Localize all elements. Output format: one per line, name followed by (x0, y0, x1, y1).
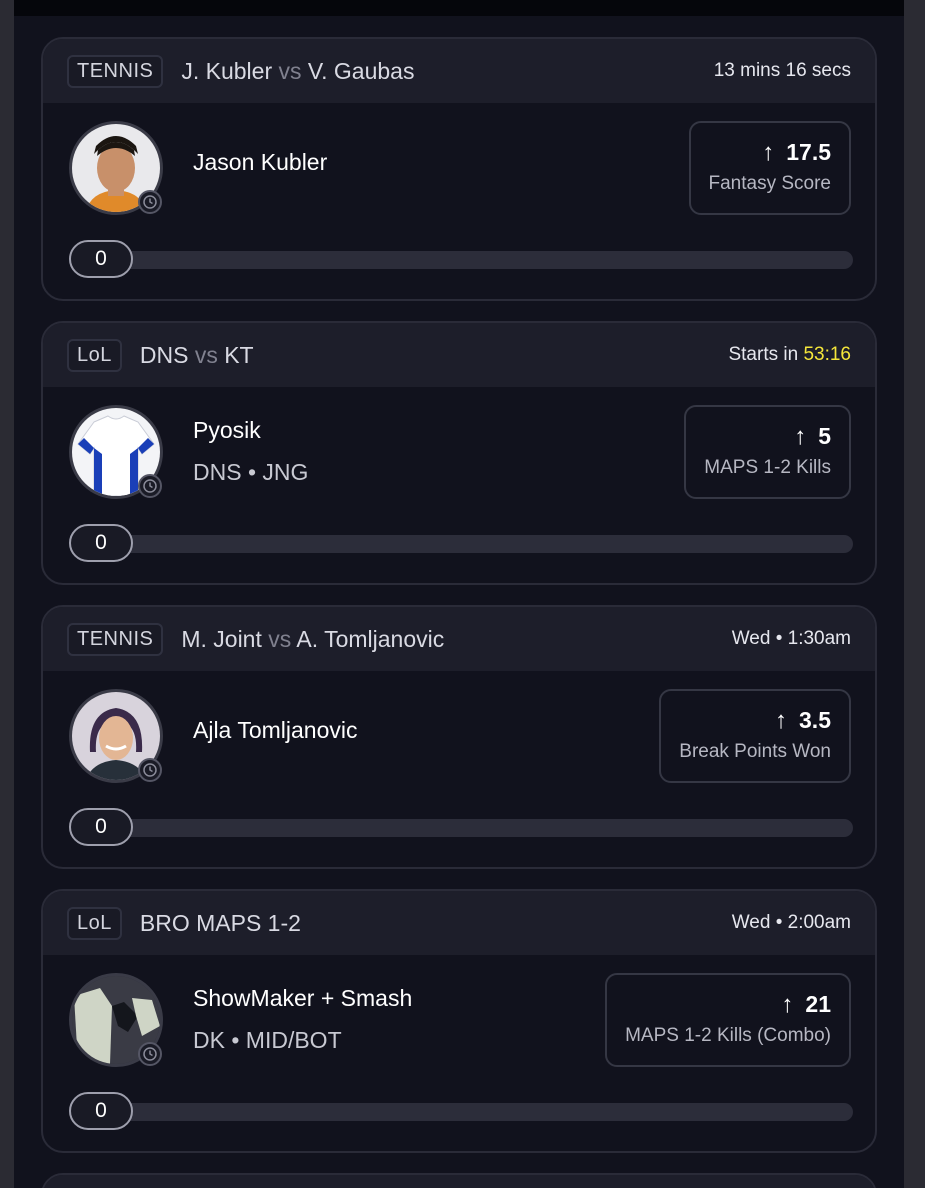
team-b: KT (224, 341, 254, 368)
game-time: Wed • 2:00am (732, 912, 851, 934)
team-b: A. Tomljanovic (296, 625, 445, 652)
clock-icon (138, 474, 162, 498)
card-body: ShowMaker + Smash DK • MID/BOT ↑ 21 MAPS … (43, 955, 875, 1151)
time-text: Wed • 1:30am (731, 628, 851, 649)
player-avatar (69, 121, 163, 215)
projection-value-row: ↑ 21 (625, 991, 831, 1019)
progress-value: 0 (69, 524, 133, 562)
projection-value-row: ↑ 17.5 (709, 139, 831, 167)
progress-value: 0 (69, 808, 133, 846)
player-avatar (69, 973, 163, 1067)
card-body: Jason Kubler ↑ 17.5 Fantasy Score 0 (43, 103, 875, 299)
sport-tag: LoL (67, 338, 122, 372)
arrow-up-icon: ↑ (794, 423, 807, 450)
card-body: Ajla Tomljanovic ↑ 3.5 Break Points Won 0 (43, 671, 875, 867)
projection-card[interactable]: LoL DNS vs KT Starts in 53:16 Pyosik DNS… (41, 321, 877, 585)
sport-tag: TENNIS (67, 54, 164, 88)
progress-track (69, 1103, 853, 1121)
time-text: Wed • 2:00am (731, 912, 851, 933)
projection-card[interactable]: TENNIS J. Kubler vs V. Gaubas 13 mins 16… (41, 37, 877, 301)
projection-value-row: ↑ 5 (704, 423, 831, 451)
projection-card[interactable]: TENNIS M. Joint vs A. Tomljanovic Wed • … (41, 605, 877, 869)
game-time: Wed • 1:30am (732, 628, 851, 650)
player-team-position: DK • MID/BOT (193, 1027, 342, 1053)
projection-value: 17.5 (786, 139, 831, 165)
player-name: Ajla Tomljanovic (193, 717, 358, 743)
matchup: J. Kubler vs V. Gaubas (181, 58, 713, 85)
stat-label: MAPS 1-2 Kills (Combo) (625, 1025, 831, 1046)
clock-icon (138, 190, 162, 214)
arrow-up-icon: ↑ (775, 707, 788, 734)
card-body: Pyosik DNS • JNG ↑ 5 MAPS 1-2 Kills 0 (43, 387, 875, 583)
card-header: LoL BRO MAPS 1-2 Wed • 2:00am (43, 891, 875, 955)
time-text: 13 mins 16 secs (713, 60, 851, 81)
projection-value: 5 (818, 423, 831, 449)
arrow-up-icon: ↑ (762, 139, 775, 166)
player-name: Pyosik (193, 417, 261, 443)
top-bar (14, 0, 904, 16)
projection-card-partial[interactable] (41, 1173, 877, 1188)
player-name: Jason Kubler (193, 149, 328, 175)
player-name: ShowMaker + Smash (193, 985, 413, 1011)
clock-icon (138, 1042, 162, 1066)
card-header: LoL DNS vs KT Starts in 53:16 (43, 323, 875, 387)
team-a: DNS (139, 341, 189, 368)
progress-value: 0 (69, 1092, 133, 1130)
projection-card[interactable]: LoL BRO MAPS 1-2 Wed • 2:00am ShowMaker … (41, 889, 877, 1153)
stat-label: MAPS 1-2 Kills (704, 457, 831, 478)
team-b: V. Gaubas (307, 57, 415, 84)
matchup: DNS vs KT (140, 342, 729, 369)
sport-tag: TENNIS (67, 622, 164, 656)
countdown: 53:16 (803, 344, 851, 365)
team-a: J. Kubler (181, 57, 273, 84)
projection-button[interactable]: ↑ 5 MAPS 1-2 Kills (684, 405, 851, 499)
progress-track (69, 819, 853, 837)
projection-value: 21 (805, 991, 831, 1017)
progress-value: 0 (69, 240, 133, 278)
game-time: 13 mins 16 secs (714, 60, 851, 82)
clock-icon (138, 758, 162, 782)
card-header (43, 1175, 875, 1188)
time-text: Starts in (728, 344, 804, 365)
projection-value: 3.5 (799, 707, 831, 733)
card-header: TENNIS M. Joint vs A. Tomljanovic Wed • … (43, 607, 875, 671)
card-header: TENNIS J. Kubler vs V. Gaubas 13 mins 16… (43, 39, 875, 103)
matchup: BRO MAPS 1-2 (140, 910, 732, 937)
team-a: BRO MAPS 1-2 (139, 909, 301, 936)
stat-label: Fantasy Score (708, 173, 832, 194)
projection-button[interactable]: ↑ 3.5 Break Points Won (659, 689, 851, 783)
sport-tag: LoL (67, 906, 122, 940)
progress-track (69, 251, 853, 269)
vs-label: vs (278, 57, 302, 84)
team-a: M. Joint (181, 625, 262, 652)
player-team-position: DNS • JNG (193, 459, 309, 485)
vs-label: vs (268, 625, 292, 652)
player-avatar (69, 689, 163, 783)
vs-label: vs (194, 341, 218, 368)
stat-label: Break Points Won (679, 741, 831, 762)
player-avatar (69, 405, 163, 499)
projection-button[interactable]: ↑ 21 MAPS 1-2 Kills (Combo) (605, 973, 851, 1067)
projection-value-row: ↑ 3.5 (679, 707, 831, 735)
matchup: M. Joint vs A. Tomljanovic (181, 626, 731, 653)
projection-button[interactable]: ↑ 17.5 Fantasy Score (688, 121, 851, 215)
progress-track (69, 535, 853, 553)
app-screen: TENNIS J. Kubler vs V. Gaubas 13 mins 16… (14, 0, 904, 1188)
arrow-up-icon: ↑ (781, 991, 794, 1018)
game-time: Starts in 53:16 (728, 344, 851, 366)
